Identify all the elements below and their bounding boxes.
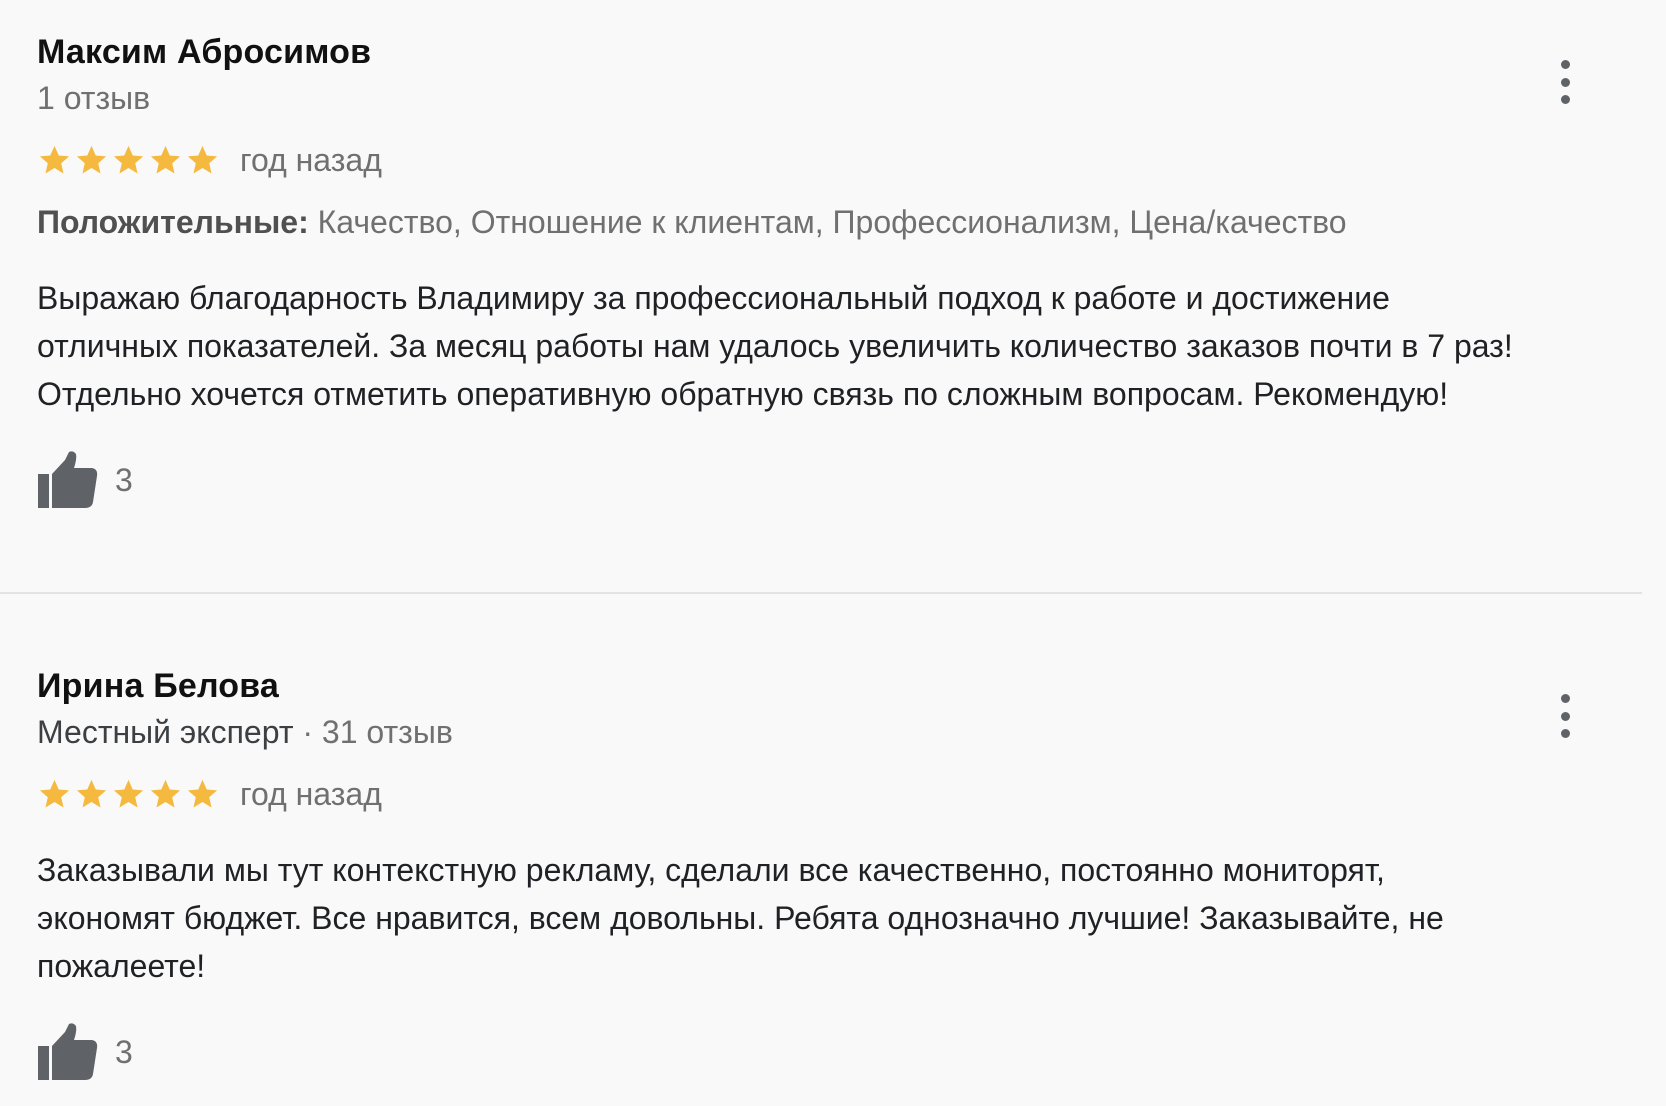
thumbs-up-icon[interactable] [37,450,99,510]
review-card: Ирина Белова Местный эксперт · 31 отзыв … [37,664,1637,1082]
thumbs-up-icon[interactable] [37,1022,99,1082]
review-text-line: отличных показателей. За месяц работы на… [37,328,1513,364]
like-area: 3 [37,1022,1637,1082]
star-rating [37,143,220,178]
review-count: 1 отзыв [37,80,151,116]
review-date: год назад [240,141,382,178]
star-icon [39,145,70,173]
star-icon [113,145,144,173]
star-icon [113,779,144,807]
star-icon [187,145,218,173]
review-text-line: пожалеете! [37,948,206,984]
review-date: год назад [240,775,382,812]
review-author-meta: Местный эксперт · 31 отзыв [37,710,1637,754]
review-author-name[interactable]: Ирина Белова [37,664,1637,708]
star-icon [150,779,181,807]
review-text-line: Отдельно хочется отметить оперативную об… [37,376,1449,412]
review-text-line: Заказывали мы тут контекстную рекламу, с… [37,852,1385,888]
review-text: Выражаю благодарность Владимиру за профе… [37,274,1637,418]
review-text-line: Выражаю благодарность Владимиру за профе… [37,280,1390,316]
like-count: 3 [115,461,133,498]
review-card: Максим Абросимов 1 отзыв год назад Полож… [37,30,1637,510]
star-rating [37,777,220,812]
review-text: Заказывали мы тут контекстную рекламу, с… [37,846,1637,990]
tags-label: Положительные: [37,204,309,240]
rating-row: год назад [37,772,1637,816]
review-tags: Положительные: Качество, Отношение к кли… [37,200,1637,244]
star-icon [150,145,181,173]
author-badge: Местный эксперт [37,714,294,750]
star-icon [187,779,218,807]
reviews-list: Максим Абросимов 1 отзыв год назад Полож… [0,0,1666,1106]
more-vert-icon[interactable] [1555,694,1575,738]
review-author-meta: 1 отзыв [37,76,1637,120]
review-author-name[interactable]: Максим Абросимов [37,30,1637,74]
star-icon [76,779,107,807]
like-count: 3 [115,1033,133,1070]
review-count: 31 отзыв [321,714,453,750]
star-icon [76,145,107,173]
more-vert-icon[interactable] [1555,60,1575,104]
meta-separator: · [302,714,314,750]
tags-values: Качество, Отношение к клиентам, Професси… [317,204,1347,240]
like-area: 3 [37,450,1637,510]
star-icon [39,779,70,807]
review-text-line: экономят бюджет. Все нравится, всем дово… [37,900,1444,936]
review-divider [0,592,1642,594]
rating-row: год назад [37,138,1637,182]
